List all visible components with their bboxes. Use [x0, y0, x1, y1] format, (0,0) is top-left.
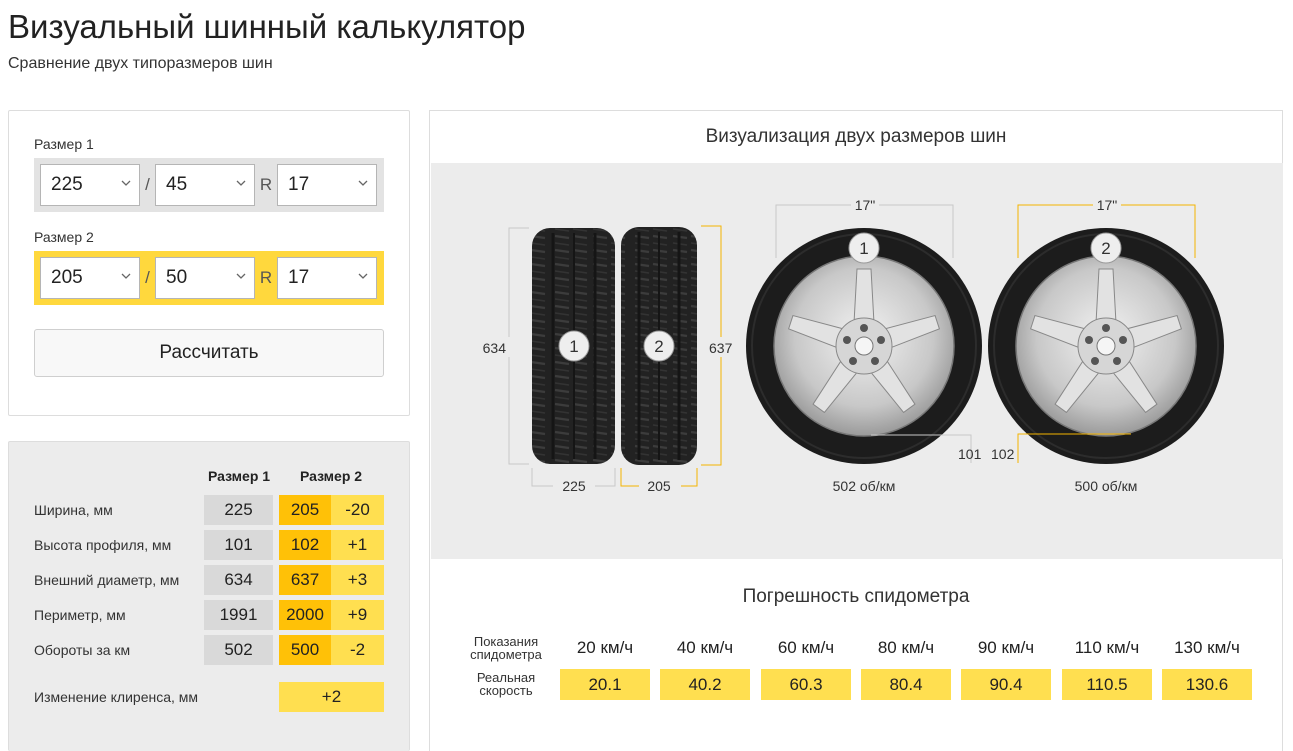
chevron-down-icon [358, 273, 368, 279]
side-height1-label: 634 [483, 340, 507, 356]
real-speed-20: 20.1 [560, 669, 650, 700]
side-height2-label: 637 [709, 340, 733, 356]
size-form-panel: Размер 1 225 / 45 R 17 Размер 2 205 / 50… [8, 110, 410, 416]
size1-profile-value: 45 [166, 174, 188, 195]
real-speed-90: 90.4 [961, 669, 1051, 700]
real-speed-60: 60.3 [761, 669, 851, 700]
wheel-badge-1: 1 [848, 232, 880, 264]
size1-profile-select[interactable]: 45 [155, 164, 255, 206]
real-speed-80: 80.4 [861, 669, 951, 700]
slash-separator: / [145, 175, 150, 194]
wheel2-profile-label: 102 [991, 446, 1015, 462]
wheel-badge-1-text: 1 [859, 239, 868, 258]
side-badge-1-text: 1 [569, 337, 578, 356]
page-title: Визуальный шинный калькулятор [8, 8, 526, 45]
row-label-revolutions: Обороты за км [34, 642, 131, 658]
row-label-width: Ширина, мм [34, 502, 113, 518]
perimeter-size2: 2000 [279, 600, 331, 630]
side-width1-label: 225 [562, 478, 586, 494]
size2-profile-value: 50 [166, 267, 188, 288]
wheel1-rpm-label: 502 об/км [833, 478, 896, 494]
size2-width-select[interactable]: 205 [40, 257, 140, 299]
size1-width-value: 225 [51, 174, 83, 195]
calculate-button[interactable]: Рассчитать [34, 329, 384, 377]
clearance-label: Изменение клиренса, мм [34, 689, 199, 705]
diameter-diff: +3 [331, 565, 384, 595]
real-speed-40: 40.2 [660, 669, 750, 700]
side-width2-label: 205 [647, 478, 671, 494]
size2-profile-select[interactable]: 50 [155, 257, 255, 299]
revolutions-diff: -2 [331, 635, 384, 665]
real-speed-110: 110.5 [1062, 669, 1152, 700]
size2-width-value: 205 [51, 267, 83, 288]
size1-rim-select[interactable]: 17 [277, 164, 377, 206]
wheel-badge-2-text: 2 [1101, 239, 1110, 258]
size2-row: 205 / 50 R 17 [34, 251, 384, 305]
wheel2-rpm-label: 500 об/км [1075, 478, 1138, 494]
speedo-reading-110: 110 км/ч [1074, 638, 1140, 657]
revolutions-size1: 502 [204, 635, 273, 665]
profile-size1: 101 [204, 530, 273, 560]
size2-label: Размер 2 [34, 229, 94, 245]
width-size1: 225 [204, 495, 273, 525]
row-label-diameter: Внешний диаметр, мм [34, 572, 180, 588]
visualization-title: Визуализация двух размеров шин [705, 126, 1007, 147]
tire-visualization: 634 637 225 205 1 2 17" 17" 101 102 502 … [483, 196, 1224, 495]
results-col-size1: Размер 1 [207, 468, 271, 484]
diameter-size1: 634 [204, 565, 273, 595]
chevron-down-icon [236, 180, 246, 186]
size1-rim-value: 17 [288, 174, 310, 195]
r-separator: R [259, 268, 273, 287]
profile-diff: +1 [331, 530, 384, 560]
real-speed-130: 130.6 [1162, 669, 1252, 700]
side-badge-1: 1 [558, 330, 590, 362]
speedo-reading-80: 80 км/ч [877, 638, 935, 657]
speedo-reading-20: 20 км/ч [576, 638, 634, 657]
wheel-badge-2: 2 [1090, 232, 1122, 264]
wheel2-rim-label: 17" [1097, 197, 1118, 213]
results-panel: Размер 1 Размер 2 Ширина, мм 225 205 -20… [8, 441, 410, 751]
chevron-down-icon [358, 180, 368, 186]
size2-rim-select[interactable]: 17 [277, 257, 377, 299]
speedo-reading-130: 130 км/ч [1174, 638, 1240, 657]
wheel1-profile-label: 101 [958, 446, 982, 462]
perimeter-size1: 1991 [204, 600, 273, 630]
chevron-down-icon [121, 273, 131, 279]
speedo-reading-60: 60 км/ч [777, 638, 835, 657]
results-col-size2: Размер 2 [299, 468, 363, 484]
perimeter-diff: +9 [331, 600, 384, 630]
speedometer-row-label: Показания спидометра [470, 634, 542, 662]
wheel1-rim-label: 17" [855, 197, 876, 213]
slash-separator: / [145, 268, 150, 287]
profile-size2: 102 [279, 530, 331, 560]
revolutions-size2: 500 [279, 635, 331, 665]
size2-rim-value: 17 [288, 267, 310, 288]
size1-width-select[interactable]: 225 [40, 164, 140, 206]
side-badge-2-text: 2 [654, 337, 663, 356]
row-label-profile: Высота профиля, мм [34, 537, 172, 553]
width-size2: 205 [279, 495, 331, 525]
size1-row: 225 / 45 R 17 [34, 158, 384, 212]
speedo-reading-40: 40 км/ч [676, 638, 734, 657]
speedometer-title: Погрешность спидометра [742, 586, 970, 607]
real-speed-row-label: Реальная скорость [476, 670, 536, 698]
side-badge-2: 2 [643, 330, 675, 362]
r-separator: R [259, 175, 273, 194]
clearance-value: +2 [279, 682, 384, 712]
diameter-size2: 637 [279, 565, 331, 595]
visualization-panel: Визуализация двух размеров шин 634 637 2… [429, 110, 1283, 751]
size1-label: Размер 1 [34, 136, 94, 152]
page-subtitle: Сравнение двух типоразмеров шин [8, 55, 273, 72]
chevron-down-icon [121, 180, 131, 186]
chevron-down-icon [236, 273, 246, 279]
visualization-area: 634 637 225 205 1 2 17" 17" 101 102 502 … [431, 163, 1283, 559]
width-diff: -20 [331, 495, 384, 525]
speedo-reading-90: 90 км/ч [977, 638, 1035, 657]
row-label-perimeter: Периметр, мм [34, 607, 126, 623]
